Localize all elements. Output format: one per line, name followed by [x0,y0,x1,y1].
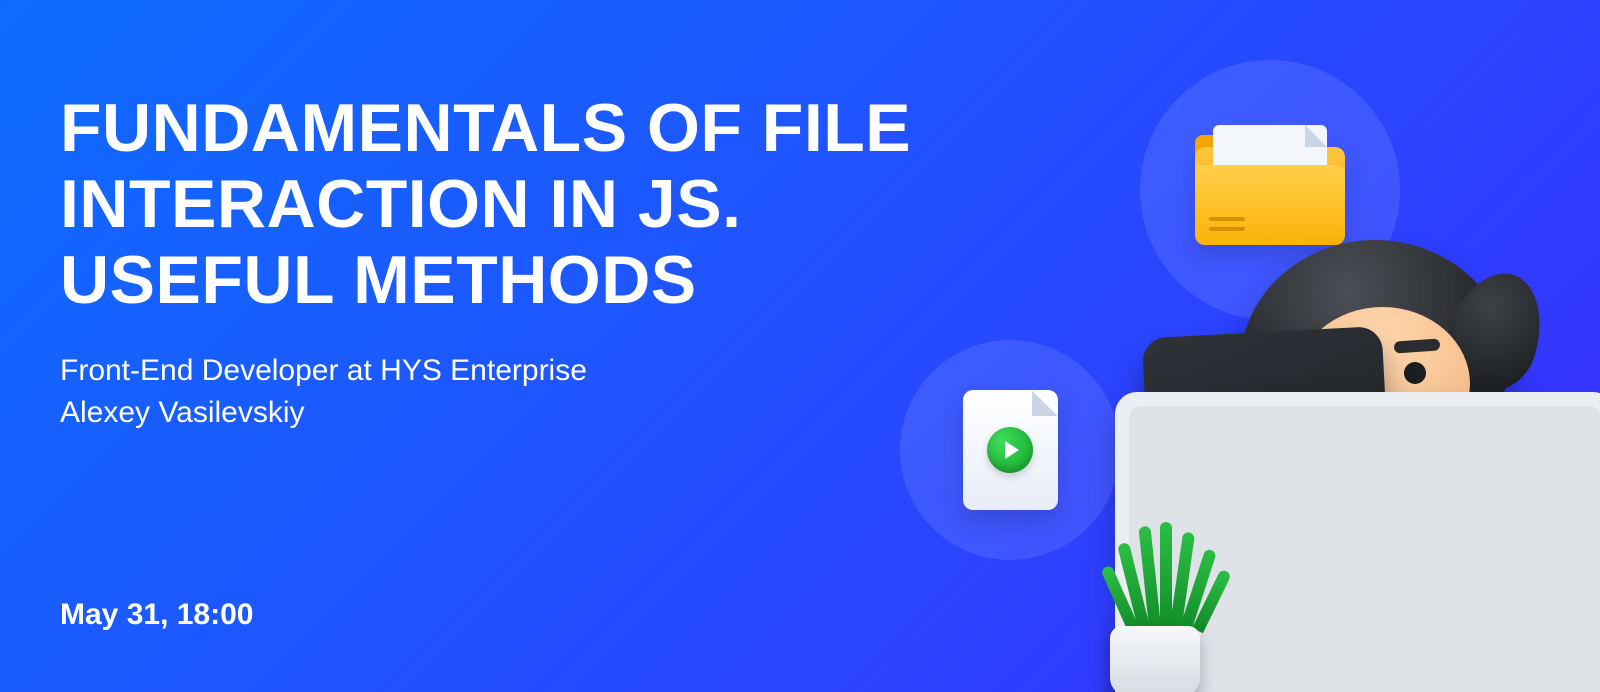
folder-icon [1195,135,1345,245]
folder-bubble [1140,60,1400,320]
event-banner: FUNDAMENTALS OF FILE INTERACTION IN JS. … [0,0,1600,692]
event-title: FUNDAMENTALS OF FILE INTERACTION IN JS. … [60,90,960,318]
monitor-back-icon [1142,326,1398,658]
speaker-role: Front-End Developer at HYS Enterprise [60,350,960,392]
event-datetime: May 31, 18:00 [60,598,253,632]
plant-icon [1110,524,1220,634]
play-file-icon [963,390,1058,510]
title-line-2: INTERACTION IN JS. [60,166,742,242]
speaker-block: Front-End Developer at HYS Enterprise Al… [60,350,960,434]
title-line-3: USEFUL METHODS [60,242,697,318]
file-bubble [900,340,1120,560]
speaker-name: Alexey Vasilevskiy [60,392,960,434]
play-icon [987,427,1033,473]
monitor-front-icon [1115,392,1600,692]
text-block: FUNDAMENTALS OF FILE INTERACTION IN JS. … [60,90,960,434]
title-line-1: FUNDAMENTALS OF FILE [60,90,911,166]
